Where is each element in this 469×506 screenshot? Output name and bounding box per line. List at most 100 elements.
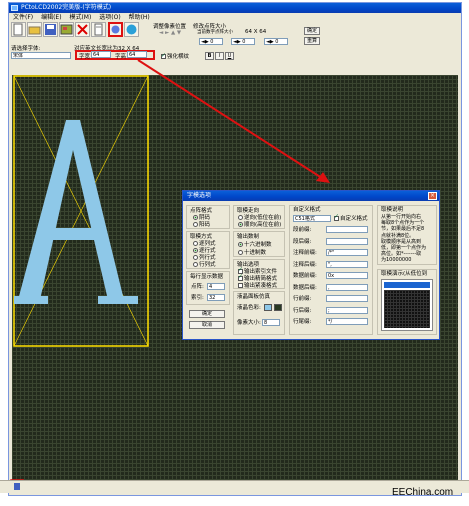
status-icon	[14, 483, 20, 490]
lcd-color-label: 液晶色彩:	[237, 305, 261, 311]
radio-icon[interactable]	[193, 215, 198, 220]
direction-label: 取模走向	[237, 208, 260, 214]
dot-format-group: 点阵格式 阴码 阳码	[186, 205, 230, 229]
custom-field-label: 数据前缀:	[293, 273, 317, 279]
watermark: EEChina.com	[392, 487, 454, 498]
index-value: 32	[209, 295, 216, 301]
checkbox-icon[interactable]	[334, 214, 339, 221]
ok-button[interactable]: 确定	[189, 310, 225, 318]
radio-icon[interactable]	[238, 222, 243, 227]
radio-icon[interactable]	[193, 255, 198, 260]
option-label: 行列式	[199, 262, 216, 268]
output-check-0[interactable]: 输出索引文件	[238, 267, 278, 275]
radio-icon[interactable]	[193, 262, 198, 267]
custom-field-input[interactable]: ,	[326, 283, 368, 291]
custom-field-label: 行后缀:	[293, 307, 312, 314]
option-label: 十进制数	[244, 250, 267, 256]
custom-field-label: 行前缀:	[293, 296, 312, 302]
preview-canvas	[381, 279, 433, 331]
output-option-1[interactable]: 十进制数	[238, 250, 266, 256]
custom-field-label: 段前缀:	[293, 227, 312, 233]
output-group: 输出数制 十六进制数 十进制数	[233, 231, 285, 257]
custom-format-check[interactable]: 自定义格式	[334, 214, 368, 222]
mode-group: 取模方式 逐列式 逐行式 列行式 行列式	[186, 231, 230, 269]
custom-field-label: 行尾缀:	[293, 319, 312, 325]
dot-array-select[interactable]: 4	[207, 283, 225, 290]
direction-option-0[interactable]: 逆向(低位在前)	[238, 215, 281, 221]
index-select[interactable]: 32	[207, 294, 225, 301]
letter-a-glyph	[14, 120, 138, 304]
custom-format-select[interactable]: C51格式	[293, 215, 331, 222]
font-options-dialog: 字模选项 × 点阵格式 阴码 阳码 取模方式 逐列式 逐行式 列行式 行列式 每…	[182, 190, 440, 340]
checkbox-icon[interactable]	[238, 283, 243, 288]
radio-icon[interactable]	[193, 241, 198, 246]
option-label: 逐行式	[199, 248, 216, 254]
custom-format-label: 自定义格式	[293, 207, 321, 213]
output-option-0[interactable]: 十六进制数	[238, 242, 272, 248]
check-label: 自定义格式	[340, 216, 368, 222]
dot-array-value: 4	[209, 284, 213, 290]
dot-format-option-0[interactable]: 阴码	[193, 215, 210, 221]
dot-format-option-1[interactable]: 阳码	[193, 222, 210, 228]
output-options-group: 输出选项 输出索引文件 输出精简格式 输出紧凑格式	[233, 259, 285, 289]
output-check-1[interactable]: 输出精简格式	[238, 274, 278, 282]
check-label: 输出索引文件	[244, 269, 278, 275]
custom-field-input[interactable]: 0x	[326, 272, 368, 279]
mode-label: 取模方式	[190, 234, 213, 240]
mode-option-3[interactable]: 行列式	[193, 262, 216, 268]
custom-field-input[interactable]: /*"	[326, 249, 368, 256]
index-label: 索引:	[191, 295, 204, 301]
pointer-arrow-line	[137, 59, 326, 181]
check-label: 输出紧凑格式	[244, 283, 278, 289]
radio-icon[interactable]	[238, 215, 243, 220]
lcd-bg-swatch[interactable]	[274, 304, 282, 311]
custom-field-label: 注释后缀:	[293, 261, 317, 268]
help-group: 取模说明 从第一行开始向右 每取8个点作为一个 节，如果最后不足8 点就补满8位。 取模…	[377, 205, 437, 265]
option-label: 逆向(低位在前)	[244, 215, 282, 221]
preview-grid	[384, 290, 430, 328]
custom-field-input[interactable]	[326, 226, 368, 233]
preview-group: 取模演示(从低位到	[377, 269, 437, 335]
help-title: 取模说明	[381, 207, 404, 213]
output-label: 输出数制	[237, 234, 260, 240]
check-label: 输出精简格式	[244, 276, 278, 282]
output-check-2[interactable]: 输出紧凑格式	[238, 283, 277, 289]
help-line: 取模顺序是从高到	[381, 238, 422, 245]
pointer-arrow-head	[316, 172, 330, 183]
mode-option-0[interactable]: 逐列式	[193, 241, 216, 247]
help-line: 为10000000	[381, 257, 412, 264]
dot-array-label: 点阵:	[191, 284, 204, 290]
lcd-fg-swatch[interactable]	[264, 304, 272, 311]
mode-option-2[interactable]: 列行式	[193, 255, 216, 261]
close-icon[interactable]: ×	[428, 192, 437, 200]
custom-field-input[interactable]: */	[326, 318, 368, 325]
dialog-title-bar: 字模选项 ×	[183, 191, 439, 201]
custom-field-label: 注释前缀:	[293, 250, 317, 256]
custom-field-input[interactable]	[326, 237, 368, 245]
option-label: 顺向(高位在前)	[244, 222, 282, 228]
checkbox-icon[interactable]	[238, 274, 243, 281]
radio-icon[interactable]	[193, 222, 198, 227]
direction-group: 取模走向 逆向(低位在前) 顺向(高位在前)	[233, 205, 285, 229]
custom-field-input[interactable]: ",	[326, 260, 368, 268]
custom-field-input[interactable]: ;	[326, 306, 368, 314]
help-line: 点就补满8位。	[381, 232, 415, 239]
pixel-size-select[interactable]: 8	[262, 319, 280, 326]
preview-highlight-row	[384, 282, 430, 288]
direction-option-1[interactable]: 顺向(高位在前)	[238, 222, 281, 228]
radio-icon[interactable]	[238, 250, 243, 255]
pixel-size-label: 像素大小:	[237, 320, 261, 326]
help-line: 节，如果最后不足8	[381, 226, 425, 233]
pixel-size-value: 8	[264, 320, 268, 326]
dialog-title: 字模选项	[187, 192, 212, 199]
lcd-sim-group: 液晶面板仿真 液晶色彩: 像素大小: 8	[233, 291, 285, 335]
custom-field-input[interactable]	[326, 295, 368, 302]
option-label: 十六进制数	[244, 242, 272, 248]
option-label: 逐列式	[199, 241, 216, 247]
radio-icon[interactable]	[238, 242, 243, 247]
lcd-sim-label: 液晶面板仿真	[237, 294, 271, 300]
mode-option-1[interactable]: 逐行式	[193, 248, 216, 254]
cancel-button[interactable]: 取消	[189, 321, 225, 329]
per-line-label: 每行显示数据	[190, 274, 224, 280]
radio-icon[interactable]	[193, 248, 198, 253]
